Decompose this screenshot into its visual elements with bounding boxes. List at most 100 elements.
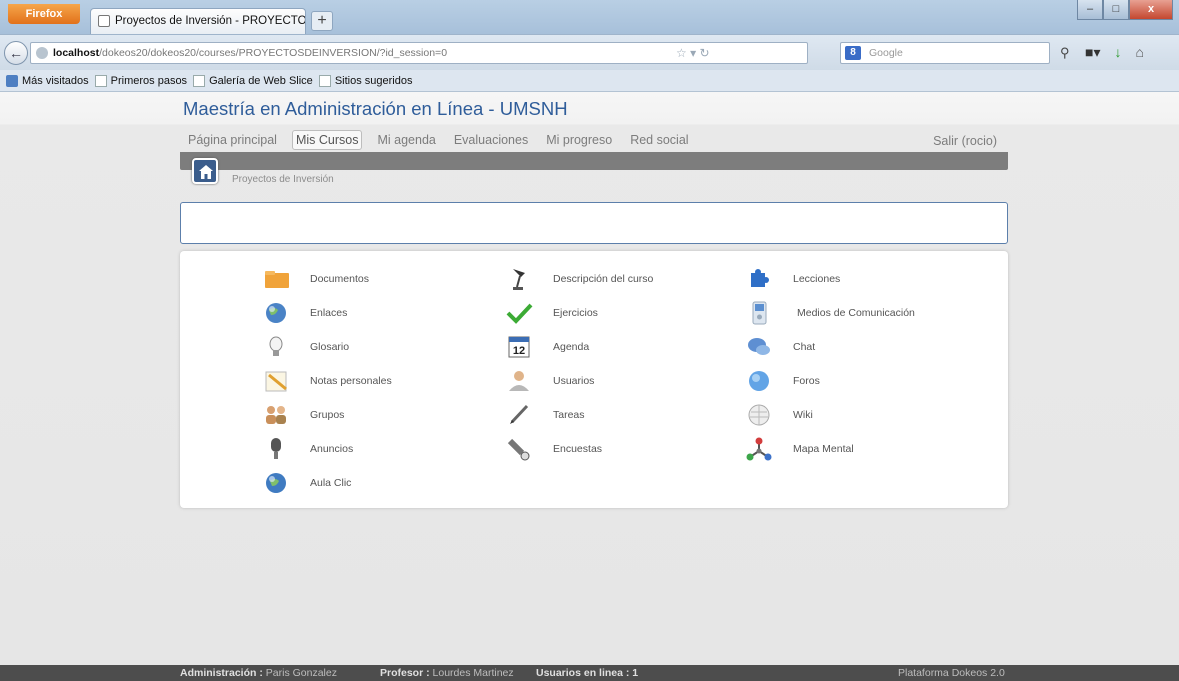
tool-lessons[interactable]: Lecciones: [745, 267, 840, 291]
tool-label: Documentos: [310, 273, 369, 285]
tool-label: Encuestas: [553, 443, 603, 455]
bookmark-label: Primeros pasos: [110, 74, 188, 87]
globe-link-icon: [262, 301, 290, 325]
tool-label: Enlaces: [310, 307, 348, 319]
bookmark-label: Galería de Web Slice: [209, 74, 313, 87]
page-content: Maestría en Administración en Línea - UM…: [0, 92, 1179, 665]
course-home-button[interactable]: [192, 158, 218, 184]
tool-label: Glosario: [310, 341, 350, 353]
menu-item-home[interactable]: Página principal: [185, 131, 280, 149]
logout-link[interactable]: Salir (rocio): [930, 132, 1000, 150]
footer-admin-name[interactable]: Paris Gonzalez: [266, 667, 337, 679]
menu-item-agenda[interactable]: Mi agenda: [374, 131, 438, 149]
download-icon[interactable]: ↓: [1114, 44, 1121, 61]
menu-item-my-courses[interactable]: Mis Cursos: [291, 130, 363, 150]
page-favicon-icon: [98, 15, 110, 27]
footer-online-count: 1: [632, 667, 639, 679]
footer-online-users[interactable]: Usuarios en linea : 1: [536, 665, 638, 681]
flashlight-icon: [505, 437, 533, 461]
tool-media[interactable]: Medios de Comunicación: [745, 301, 915, 325]
browser-tab[interactable]: Proyectos de Inversión - PROYECTOSDEL...: [90, 8, 306, 34]
footer-admin: Administración : Paris Gonzalez: [180, 665, 337, 681]
search-placeholder: Google: [869, 47, 903, 59]
dropdown-icon[interactable]: ▾: [690, 46, 696, 60]
tool-label: Medios de Comunicación: [797, 307, 915, 319]
close-window-button[interactable]: x: [1129, 0, 1173, 20]
tool-course-description[interactable]: Descripción del curso: [505, 267, 653, 291]
tool-label: Agenda: [553, 341, 590, 353]
site-title[interactable]: Maestría en Administración en Línea - UM…: [183, 98, 568, 120]
breadcrumb[interactable]: Proyectos de Inversión: [232, 174, 334, 185]
reload-icon[interactable]: ↻: [699, 46, 709, 60]
menu-item-progress[interactable]: Mi progreso: [543, 131, 615, 149]
desk-lamp-icon: [505, 267, 533, 291]
page-icon: [94, 74, 107, 87]
menu-item-evaluations[interactable]: Evaluaciones: [451, 131, 531, 149]
page-footer: Administración : Paris Gonzalez Profesor…: [0, 665, 1179, 681]
url-path: /dokeos20/dokeos20/courses/PROYECTOSDEIN…: [99, 47, 448, 59]
search-engine-icon[interactable]: 8: [845, 46, 861, 60]
mind-map-icon: [745, 437, 773, 461]
most-visited-icon: [6, 74, 18, 87]
tool-announcements[interactable]: Anuncios: [262, 437, 353, 461]
tool-users[interactable]: Usuarios: [505, 369, 594, 393]
bookmark-label: Más visitados: [22, 74, 89, 87]
course-intro-box[interactable]: [180, 202, 1008, 244]
minimize-button[interactable]: –: [1077, 0, 1103, 20]
tool-assignments[interactable]: Tareas: [505, 403, 585, 427]
tool-links[interactable]: Enlaces: [262, 301, 347, 325]
chat-bubbles-icon: [745, 335, 773, 359]
tool-surveys[interactable]: Encuestas: [505, 437, 602, 461]
tool-label: Mapa Mental: [793, 443, 854, 455]
menu-item-social[interactable]: Red social: [627, 131, 691, 149]
bookmarks-toolbar: Más visitados Primeros pasos Galería de …: [0, 70, 1179, 92]
footer-teacher-name[interactable]: Lourdes Martinez: [433, 667, 514, 679]
tool-agenda[interactable]: 12 Agenda: [505, 335, 589, 359]
pen-icon: [505, 403, 533, 427]
home-icon: [199, 165, 213, 179]
tool-aula-clic[interactable]: Aula Clic: [262, 471, 351, 495]
tool-personal-notes[interactable]: Notas personales: [262, 369, 392, 393]
user-icon: [505, 369, 533, 393]
addon-bar-icon[interactable]: ■▾: [1085, 44, 1100, 61]
bookmark-star-icon[interactable]: ☆: [676, 46, 687, 60]
main-menu: Página principal Mis Cursos Mi agenda Ev…: [180, 128, 1008, 152]
tool-label: Aula Clic: [310, 477, 352, 489]
tool-glossary[interactable]: Glosario: [262, 335, 349, 359]
url-actions: ☆ ▾ ↻: [676, 46, 710, 60]
tool-exercises[interactable]: Ejercicios: [505, 301, 598, 325]
browser-titlebar: Firefox Proyectos de Inversión - PROYECT…: [0, 0, 1179, 34]
tool-label: Chat: [793, 341, 816, 353]
back-button[interactable]: ←: [4, 41, 28, 65]
search-input[interactable]: 8 Google: [840, 42, 1050, 64]
bookmark-item[interactable]: Galería de Web Slice: [193, 70, 313, 91]
new-tab-button[interactable]: +: [311, 11, 333, 31]
tool-groups[interactable]: Grupos: [262, 403, 344, 427]
footer-platform[interactable]: Plataforma Dokeos 2.0: [898, 665, 1005, 681]
tool-label: Ejercicios: [553, 307, 598, 319]
puzzle-icon: [745, 267, 773, 291]
search-magnifier-icon[interactable]: ⚲: [1060, 45, 1070, 61]
tool-label: Grupos: [310, 409, 345, 421]
bookmark-item[interactable]: Sitios sugeridos: [318, 70, 412, 91]
wikipedia-globe-icon: [745, 403, 773, 427]
tool-label: Wiki: [793, 409, 813, 421]
bookmark-item[interactable]: Más visitados: [6, 70, 89, 91]
tool-chat[interactable]: Chat: [745, 335, 815, 359]
globe-icon: [262, 471, 290, 495]
media-player-icon: [745, 301, 773, 325]
bookmark-item[interactable]: Primeros pasos: [94, 70, 188, 91]
home-icon[interactable]: ⌂: [1135, 44, 1143, 61]
site-identity-icon: [36, 47, 48, 59]
tool-mind-map[interactable]: Mapa Mental: [745, 437, 854, 461]
maximize-button[interactable]: □: [1103, 0, 1129, 20]
tool-wiki[interactable]: Wiki: [745, 403, 813, 427]
tool-documents[interactable]: Documentos: [262, 267, 369, 291]
url-host: localhost: [53, 47, 100, 59]
group-users-icon: [262, 403, 290, 427]
tool-forums[interactable]: Foros: [745, 369, 820, 393]
firefox-menu-button[interactable]: Firefox: [8, 4, 80, 24]
folder-icon: [262, 267, 290, 291]
footer-teacher-label: Profesor :: [380, 667, 430, 679]
microphone-icon: [262, 437, 290, 461]
